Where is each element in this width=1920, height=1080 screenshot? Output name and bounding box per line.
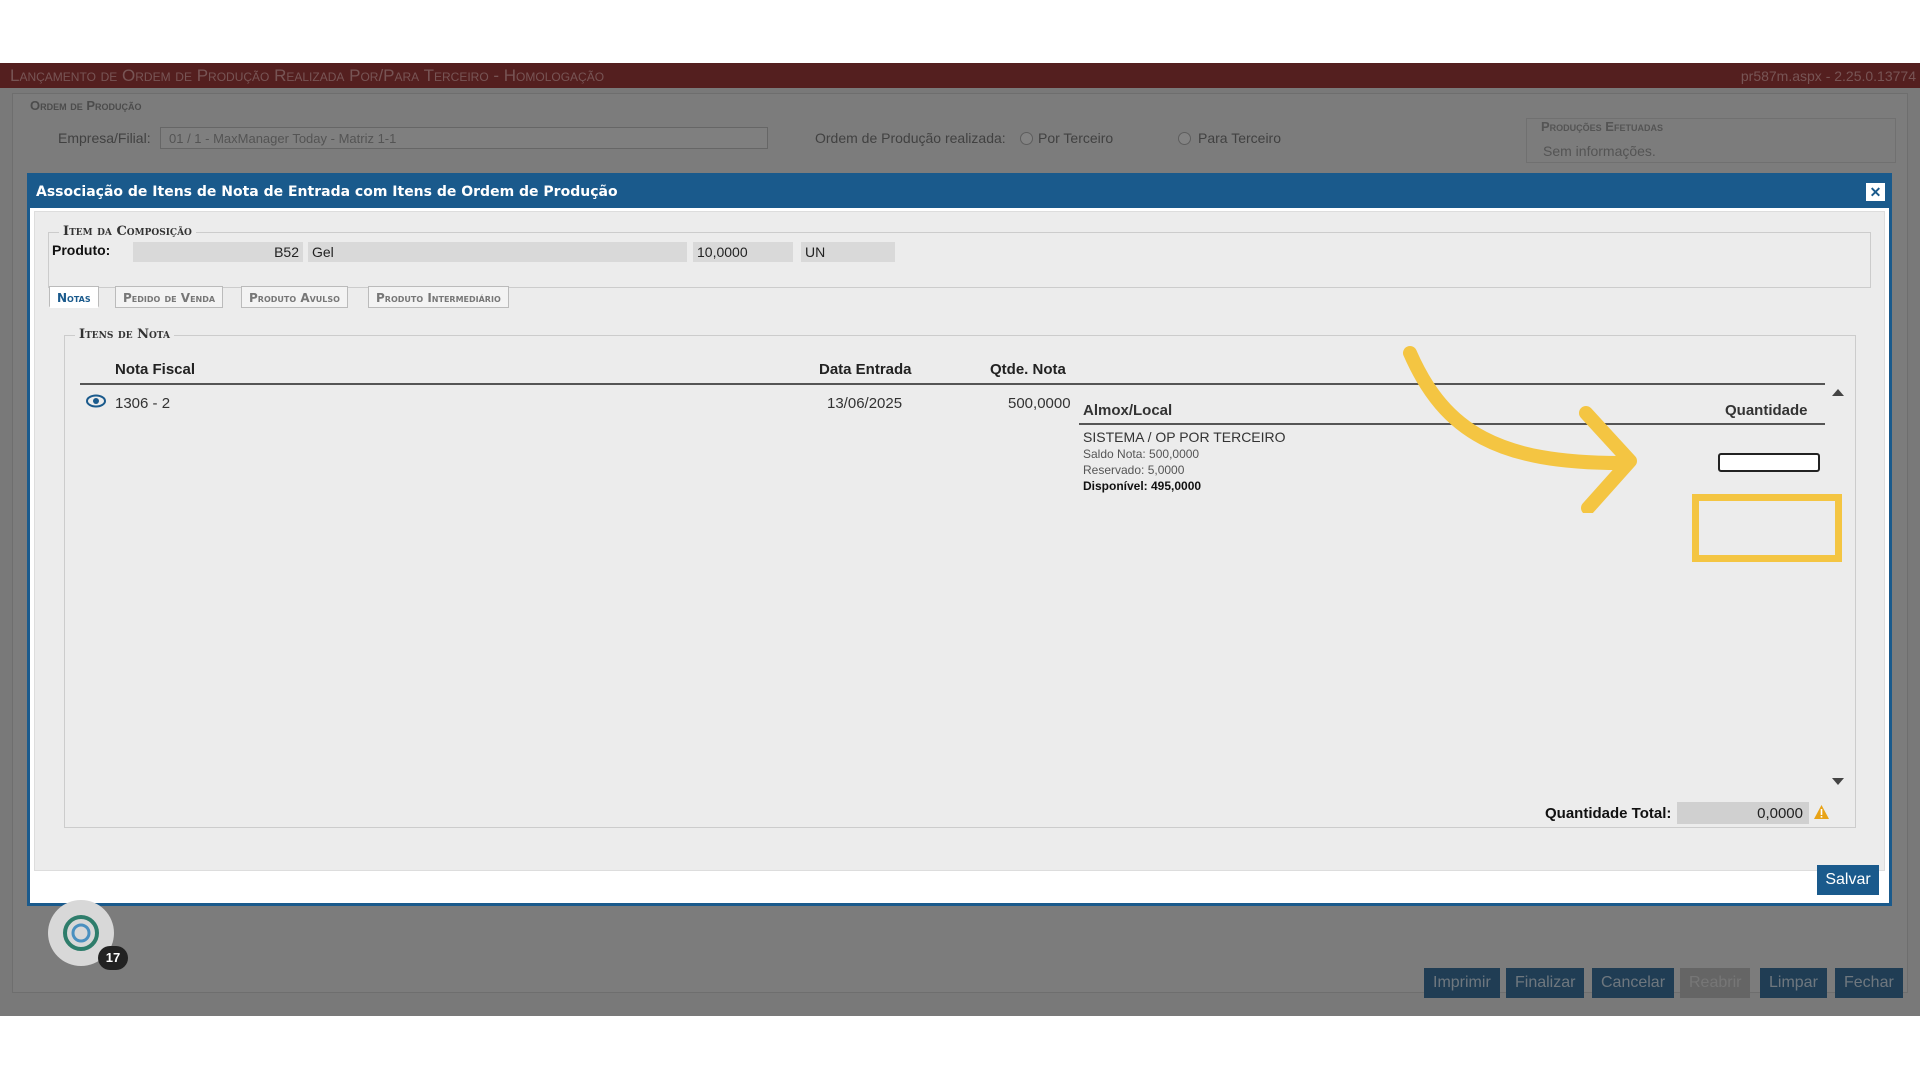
notification-badge: 17	[98, 946, 128, 970]
col-quantidade: Quantidade	[1725, 402, 1808, 419]
produto-qty-field: 10,0000	[693, 242, 793, 262]
composition-legend: Item da Composição	[59, 224, 196, 239]
tab-pedido-venda[interactable]: Pedido de Venda	[115, 286, 224, 308]
quantidade-input[interactable]	[1718, 453, 1820, 472]
col-nota-fiscal: Nota Fiscal	[115, 361, 196, 378]
scroll-up-icon[interactable]	[1832, 389, 1844, 396]
col-data-entrada: Data Entrada	[819, 361, 912, 378]
association-dialog: Associação de Itens de Nota de Entrada c…	[27, 173, 1892, 906]
disponivel-value: Disponível: 495,0000	[1083, 479, 1202, 493]
scroll-down-icon[interactable]	[1832, 778, 1844, 785]
salvar-button[interactable]: Salvar	[1817, 865, 1879, 895]
produto-unit-field: UN	[801, 242, 895, 262]
dialog-body: Item da Composição Produto: B52 Gel 10,0…	[34, 211, 1885, 871]
warning-icon	[1813, 804, 1830, 825]
produto-label: Produto:	[52, 242, 111, 258]
produto-code-field: B52	[133, 242, 303, 262]
col-qtde-nota: Qtde. Nota	[990, 361, 1066, 378]
highlight-box	[1692, 494, 1842, 562]
row-nota-fiscal: 1306 - 2	[115, 395, 171, 412]
close-icon[interactable]: ✕	[1866, 183, 1885, 201]
total-label: Quantidade Total:	[1545, 805, 1672, 822]
reservado-value: Reservado: 5,0000	[1083, 463, 1185, 477]
row-qtde-nota: 500,0000	[1008, 395, 1071, 412]
produto-desc-field: Gel	[308, 242, 687, 262]
tab-produto-intermediario[interactable]: Produto Intermediário	[368, 286, 509, 308]
eye-icon[interactable]	[86, 394, 106, 413]
almox-local-value: SISTEMA / OP POR TERCEIRO	[1083, 429, 1286, 445]
total-value: 0,0000	[1677, 802, 1809, 824]
items-legend: Itens de Nota	[75, 327, 174, 342]
pointer-arrow-icon	[1403, 346, 1637, 513]
app-window: Lançamento de Ordem de Produção Realizad…	[0, 63, 1920, 1016]
tab-notas[interactable]: Notas	[49, 286, 99, 308]
row-data-entrada: 13/06/2025	[827, 395, 903, 412]
tab-produto-avulso[interactable]: Produto Avulso	[241, 286, 348, 308]
col-almox-local: Almox/Local	[1083, 402, 1173, 419]
dialog-title: Associação de Itens de Nota de Entrada c…	[30, 176, 1889, 208]
saldo-nota: Saldo Nota: 500,0000	[1083, 447, 1200, 461]
